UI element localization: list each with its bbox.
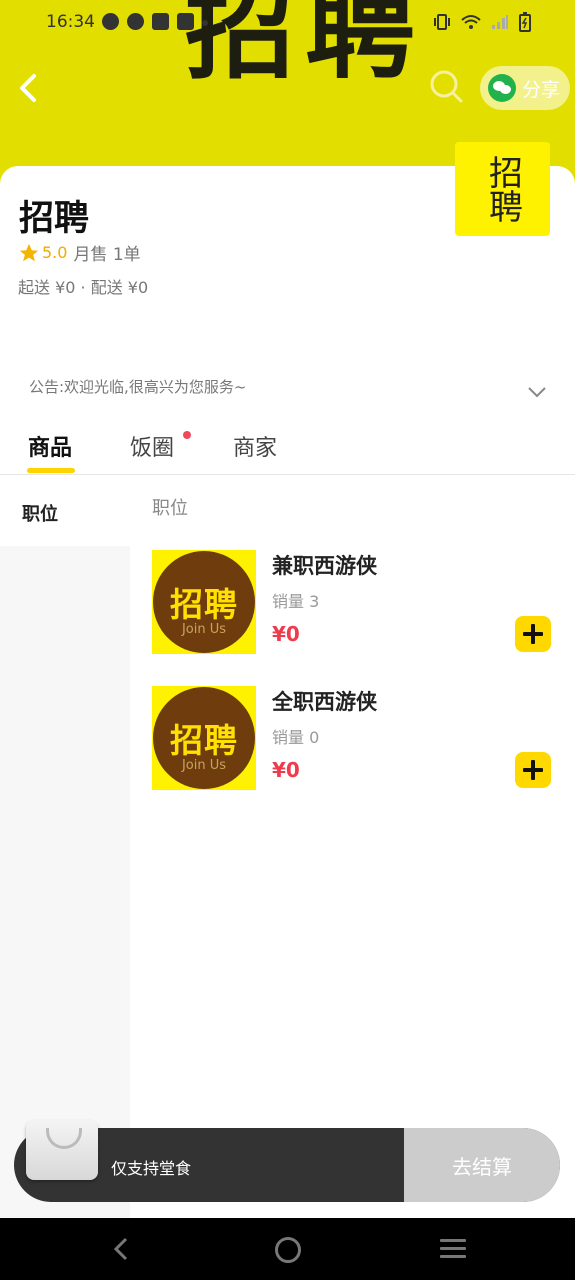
status-notification-icons xyxy=(102,13,208,30)
store-logo: 招聘 xyxy=(455,142,550,236)
settings-icon xyxy=(102,13,119,30)
product-image-text: 招聘 xyxy=(170,721,238,760)
tab-merchant[interactable]: 商家 xyxy=(233,430,277,462)
tab-notification-dot xyxy=(183,431,191,439)
star-icon xyxy=(19,243,39,261)
product-image[interactable]: 招聘 Join Us xyxy=(152,550,256,654)
cart-note: 仅支持堂食 xyxy=(111,1159,192,1178)
nav-menu-icon[interactable] xyxy=(440,1239,466,1259)
tab-fan-circle[interactable]: 饭圈 xyxy=(130,430,174,462)
product-image-subtext: Join Us xyxy=(181,758,227,773)
battery-icon xyxy=(519,12,531,32)
wechat-icon xyxy=(488,74,516,102)
back-button[interactable] xyxy=(14,70,44,106)
product-price: ¥0 xyxy=(272,758,300,782)
add-to-cart-button[interactable] xyxy=(515,752,551,788)
product-item[interactable]: 招聘 Join Us 全职西游侠 销量 0 ¥0 xyxy=(152,686,562,792)
status-system-icons xyxy=(433,12,531,32)
store-logo-text: 招聘 xyxy=(482,155,523,223)
product-image-subtext: Join Us xyxy=(181,622,227,637)
share-label: 分享 xyxy=(522,78,561,101)
cart-bag-icon[interactable] xyxy=(26,1120,98,1180)
sidebar-item-positions[interactable]: 职位 xyxy=(0,476,130,546)
app-notification-icon xyxy=(127,13,144,30)
shopping-bag-icon xyxy=(152,13,169,30)
product-image-text: 招聘 xyxy=(170,585,238,624)
share-button[interactable]: 分享 xyxy=(480,66,570,110)
store-name: 招聘 xyxy=(19,199,90,239)
product-sales: 销量 3 xyxy=(272,592,320,611)
product-image[interactable]: 招聘 Join Us xyxy=(152,686,256,790)
signal-icon xyxy=(492,15,508,29)
monthly-sales: 月售 1单 xyxy=(73,245,141,265)
store-rating: 5.0 xyxy=(42,243,68,262)
store-tabs: 商品 饭圈 商家 xyxy=(0,426,575,475)
delivery-info: 起送 ¥0 · 配送 ¥0 xyxy=(18,278,149,297)
store-rating-row: 5.0 月售 1单 xyxy=(18,240,141,265)
shopping-bag-icon xyxy=(177,13,194,30)
bag-handle xyxy=(46,1128,82,1149)
tab-products[interactable]: 商品 xyxy=(28,430,72,462)
product-item[interactable]: 招聘 Join Us 兼职西游侠 销量 3 ¥0 xyxy=(152,550,562,656)
product-sales: 销量 0 xyxy=(272,728,320,747)
vibrate-icon xyxy=(434,14,450,30)
product-name: 全职西游侠 xyxy=(272,690,377,714)
store-notice[interactable]: 公告:欢迎光临,很高兴为您服务~ xyxy=(29,376,246,397)
status-bar: 16:34 xyxy=(0,0,575,46)
section-title: 职位 xyxy=(152,498,188,519)
more-notifications-icon xyxy=(202,20,208,26)
status-time: 16:34 xyxy=(46,12,95,32)
product-price: ¥0 xyxy=(272,622,300,646)
product-name: 兼职西游侠 xyxy=(272,554,377,578)
sidebar-item-label: 职位 xyxy=(22,504,58,525)
wifi-icon xyxy=(461,15,481,29)
checkout-button[interactable]: 去结算 xyxy=(404,1128,560,1202)
active-tab-indicator xyxy=(27,468,75,473)
add-to-cart-button[interactable] xyxy=(515,616,551,652)
category-sidebar: 职位 xyxy=(0,476,130,1218)
nav-back-icon[interactable] xyxy=(110,1236,134,1262)
search-button[interactable] xyxy=(428,68,464,104)
system-nav-bar xyxy=(0,1218,575,1280)
nav-home-icon[interactable] xyxy=(275,1237,301,1263)
chevron-down-icon[interactable] xyxy=(526,384,548,400)
